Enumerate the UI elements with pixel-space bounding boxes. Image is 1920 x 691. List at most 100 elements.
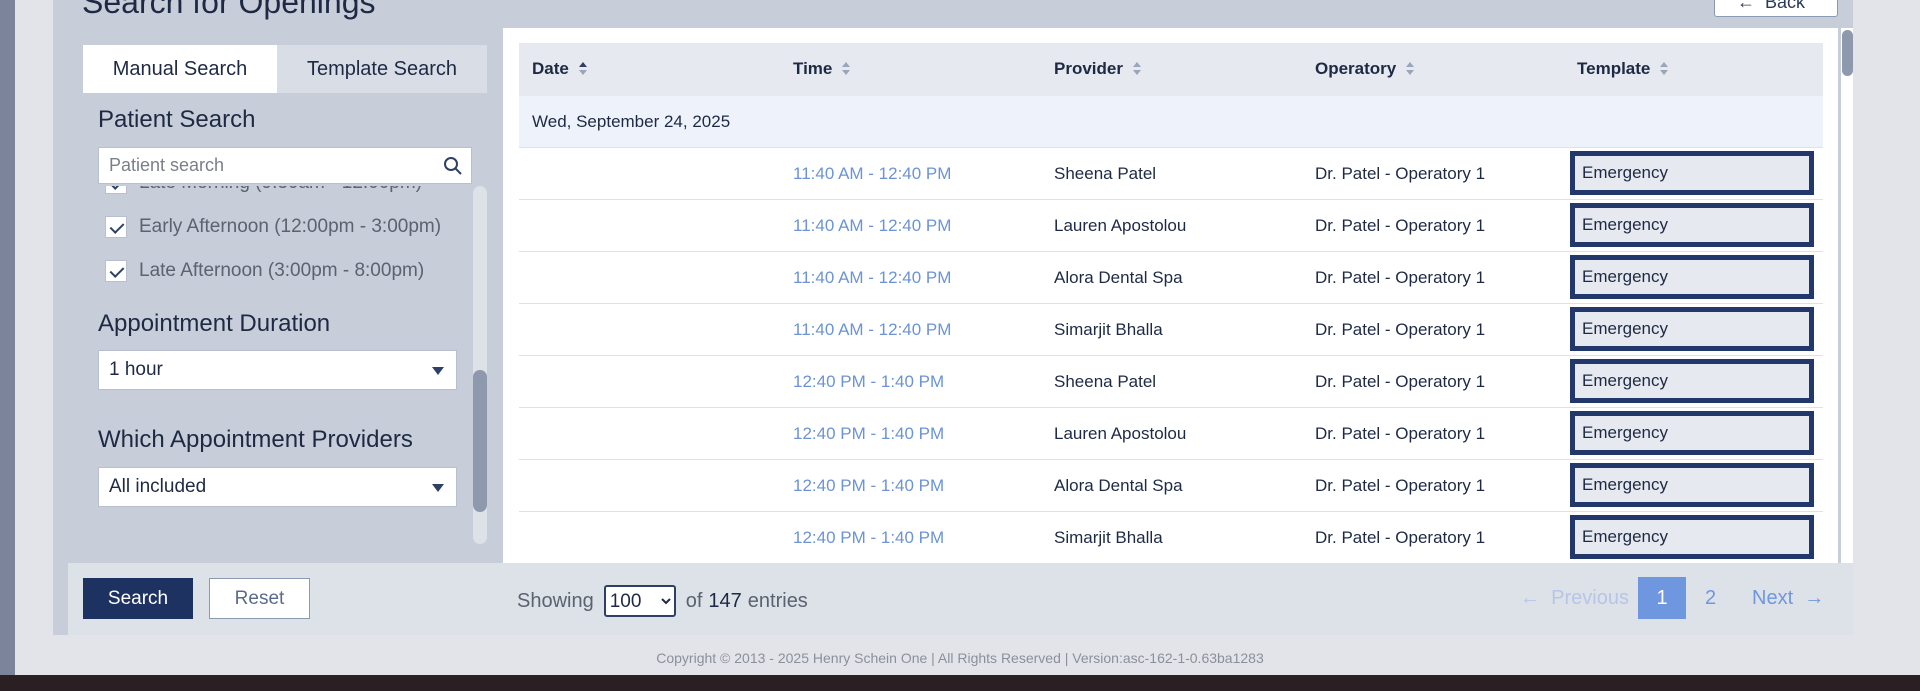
patient-search-heading: Patient Search bbox=[98, 106, 256, 133]
row-time[interactable]: 11:40 AM - 12:40 PM bbox=[793, 268, 951, 288]
page-title: Search for Openings bbox=[82, 0, 376, 20]
showing-label: Showing bbox=[517, 589, 594, 612]
table-row[interactable]: 12:40 PM - 1:40 PM Alora Dental Spa Dr. … bbox=[519, 460, 1823, 512]
entries-label: entries bbox=[747, 589, 808, 612]
column-date[interactable]: Date bbox=[532, 59, 587, 79]
row-provider: Lauren Apostolou bbox=[1054, 216, 1187, 235]
row-time[interactable]: 12:40 PM - 1:40 PM bbox=[793, 424, 944, 444]
row-provider: Simarjit Bhalla bbox=[1054, 320, 1163, 339]
row-template-badge: Emergency bbox=[1570, 359, 1814, 403]
row-operatory: Dr. Patel - Operatory 1 bbox=[1315, 424, 1486, 443]
search-tabs: Manual Search Template Search bbox=[83, 45, 487, 93]
previous-label: Previous bbox=[1551, 587, 1629, 609]
tab-manual-search[interactable]: Manual Search bbox=[83, 45, 277, 93]
results-table: Date Time Provider Operatory Template We… bbox=[503, 28, 1838, 563]
table-row[interactable]: 11:40 AM - 12:40 PM Lauren Apostolou Dr.… bbox=[519, 200, 1823, 252]
row-operatory: Dr. Patel - Operatory 1 bbox=[1315, 476, 1486, 495]
filter-scrollbar[interactable] bbox=[473, 186, 487, 544]
row-template-badge: Emergency bbox=[1570, 151, 1814, 195]
column-time[interactable]: Time bbox=[793, 59, 851, 79]
column-provider[interactable]: Provider bbox=[1054, 59, 1141, 79]
row-operatory: Dr. Patel - Operatory 1 bbox=[1315, 528, 1486, 547]
row-template-badge: Emergency bbox=[1570, 463, 1814, 507]
page-size-select[interactable]: 100 bbox=[603, 585, 676, 617]
providers-value: All included bbox=[109, 476, 207, 497]
table-row[interactable]: 12:40 PM - 1:40 PM Lauren Apostolou Dr. … bbox=[519, 408, 1823, 460]
column-date-label: Date bbox=[532, 59, 569, 78]
row-template-badge: Emergency bbox=[1570, 255, 1814, 299]
row-operatory: Dr. Patel - Operatory 1 bbox=[1315, 372, 1486, 391]
next-label: Next bbox=[1752, 587, 1794, 609]
row-template-badge: Emergency bbox=[1570, 515, 1814, 559]
table-row[interactable]: 11:40 AM - 12:40 PM Simarjit Bhalla Dr. … bbox=[519, 304, 1823, 356]
checkbox[interactable] bbox=[105, 186, 127, 194]
providers-heading: Which Appointment Providers bbox=[98, 426, 413, 453]
table-row[interactable]: 11:40 AM - 12:40 PM Sheena Patel Dr. Pat… bbox=[519, 148, 1823, 200]
row-operatory: Dr. Patel - Operatory 1 bbox=[1315, 216, 1486, 235]
reset-button[interactable]: Reset bbox=[209, 578, 310, 619]
pagination-page-2[interactable]: 2 bbox=[1705, 587, 1716, 610]
tab-template-search[interactable]: Template Search bbox=[277, 45, 487, 93]
appointment-duration-select[interactable]: 1 hour bbox=[98, 350, 457, 390]
pagination-previous[interactable]: ← Previous bbox=[1520, 587, 1629, 610]
table-row[interactable]: 12:40 PM - 1:40 PM Simarjit Bhalla Dr. P… bbox=[519, 512, 1823, 563]
sort-ascending-icon bbox=[578, 62, 587, 76]
arrow-right-icon: → bbox=[1804, 587, 1825, 609]
total-entries: 147 bbox=[708, 589, 742, 612]
row-template-badge: Emergency bbox=[1570, 411, 1814, 455]
patient-search-input[interactable] bbox=[99, 148, 419, 183]
table-row[interactable]: 11:40 AM - 12:40 PM Alora Dental Spa Dr.… bbox=[519, 252, 1823, 304]
back-button-label: Back bbox=[1765, 0, 1806, 12]
row-time[interactable]: 11:40 AM - 12:40 PM bbox=[793, 216, 951, 236]
time-filter-early-afternoon[interactable]: Early Afternoon (12:00pm - 3:00pm) bbox=[105, 216, 441, 238]
search-button[interactable]: Search bbox=[83, 578, 193, 619]
caret-down-icon bbox=[432, 484, 444, 492]
filter-scrollbar-thumb[interactable] bbox=[473, 370, 487, 512]
table-row[interactable]: 12:40 PM - 1:40 PM Sheena Patel Dr. Pate… bbox=[519, 356, 1823, 408]
caret-down-icon bbox=[432, 367, 444, 375]
arrow-left-icon: ← bbox=[1737, 0, 1755, 12]
patient-search-box bbox=[98, 147, 472, 184]
column-operatory-label: Operatory bbox=[1315, 59, 1397, 78]
column-operatory[interactable]: Operatory bbox=[1315, 59, 1415, 79]
sort-icon bbox=[842, 62, 851, 76]
sort-icon bbox=[1660, 62, 1669, 76]
checkbox[interactable] bbox=[105, 216, 127, 238]
row-time[interactable]: 11:40 AM - 12:40 PM bbox=[793, 164, 951, 184]
providers-select[interactable]: All included bbox=[98, 467, 457, 507]
time-filter-late-afternoon[interactable]: Late Afternoon (3:00pm - 8:00pm) bbox=[105, 260, 424, 282]
table-scrollbar-thumb[interactable] bbox=[1842, 30, 1853, 76]
row-operatory: Dr. Patel - Operatory 1 bbox=[1315, 320, 1486, 339]
row-operatory: Dr. Patel - Operatory 1 bbox=[1315, 268, 1486, 287]
time-filter-label: Early Afternoon (12:00pm - 3:00pm) bbox=[139, 216, 442, 237]
table-header: Date Time Provider Operatory Template bbox=[519, 43, 1823, 96]
row-time[interactable]: 12:40 PM - 1:40 PM bbox=[793, 528, 944, 548]
pagination-next[interactable]: Next → bbox=[1752, 587, 1824, 610]
time-filter-label: Late Afternoon (3:00pm - 8:00pm) bbox=[139, 260, 425, 281]
left-edge-strip bbox=[0, 0, 15, 675]
appointment-duration-heading: Appointment Duration bbox=[98, 310, 331, 337]
row-time[interactable]: 12:40 PM - 1:40 PM bbox=[793, 372, 944, 392]
arrow-left-icon: ← bbox=[1520, 587, 1540, 609]
table-scrollbar[interactable] bbox=[1841, 28, 1853, 563]
sort-icon bbox=[1132, 62, 1141, 76]
column-template[interactable]: Template bbox=[1577, 59, 1669, 79]
row-time[interactable]: 12:40 PM - 1:40 PM bbox=[793, 476, 944, 496]
appointment-duration-value: 1 hour bbox=[109, 359, 163, 380]
row-provider: Alora Dental Spa bbox=[1054, 268, 1183, 287]
row-template-badge: Emergency bbox=[1570, 307, 1814, 351]
sort-icon bbox=[1406, 62, 1415, 76]
row-time[interactable]: 11:40 AM - 12:40 PM bbox=[793, 320, 951, 340]
row-provider: Alora Dental Spa bbox=[1054, 476, 1183, 495]
copyright-footer: Copyright © 2013 - 2025 Henry Schein One… bbox=[656, 650, 1264, 666]
row-template-badge: Emergency bbox=[1570, 203, 1814, 247]
column-provider-label: Provider bbox=[1054, 59, 1123, 78]
checkbox[interactable] bbox=[105, 260, 127, 282]
search-icon[interactable] bbox=[443, 156, 463, 181]
back-button[interactable]: ← Back bbox=[1714, 0, 1838, 17]
time-filter-late-morning[interactable]: Late Morning (9:30am - 12:00pm) bbox=[105, 186, 422, 194]
column-template-label: Template bbox=[1577, 59, 1651, 78]
of-label: of bbox=[685, 589, 703, 612]
row-provider: Lauren Apostolou bbox=[1054, 424, 1187, 443]
pagination-page-1[interactable]: 1 bbox=[1638, 577, 1686, 619]
